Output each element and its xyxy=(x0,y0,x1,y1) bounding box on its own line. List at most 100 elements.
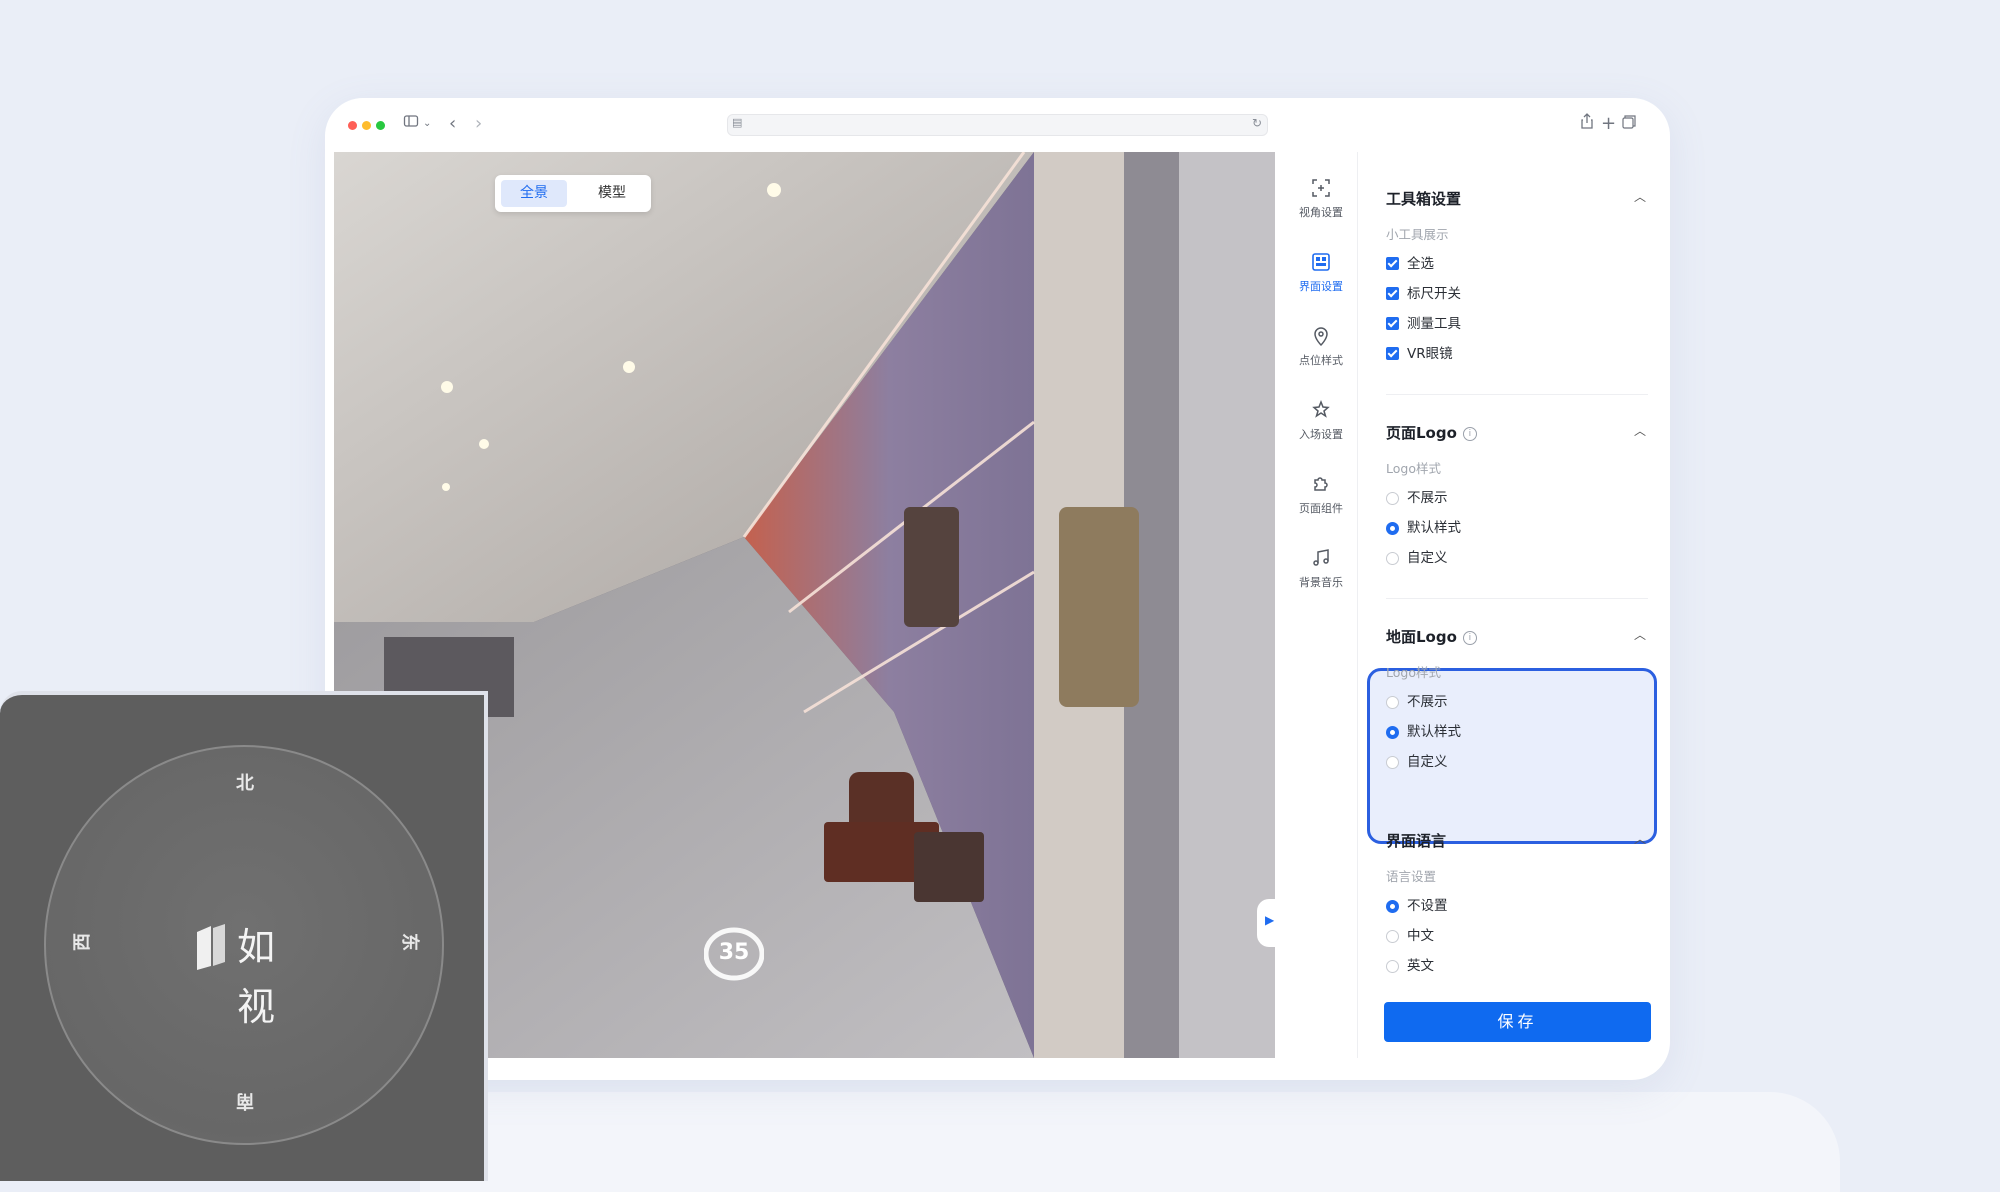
info-icon[interactable]: i xyxy=(1462,631,1477,645)
info-icon[interactable]: i xyxy=(1462,427,1477,441)
option-label: 全选 xyxy=(1407,256,1434,272)
nav-page-components[interactable]: 页面组件 xyxy=(1285,472,1357,532)
section-title: 工具箱设置 xyxy=(1386,190,1462,208)
hotspot-point-marker[interactable]: 35 xyxy=(704,927,764,981)
option-label: 英文 xyxy=(1407,958,1434,974)
checkbox-checked[interactable] xyxy=(1386,317,1399,330)
radio-default[interactable]: 默认样式 xyxy=(1386,518,1461,538)
nav-entry-settings[interactable]: 入场设置 xyxy=(1285,398,1357,458)
nav-label: 界面设置 xyxy=(1299,280,1343,293)
music-note-icon xyxy=(1313,549,1329,566)
view-angle-icon xyxy=(1312,179,1330,197)
section-title: 界面语言 xyxy=(1386,832,1447,850)
section-sublabel: 小工具展示 xyxy=(1386,227,1449,242)
nav-point-style[interactable]: 点位样式 xyxy=(1285,324,1357,384)
background-shelf xyxy=(420,1092,1840,1192)
nav-background-music[interactable]: 背景音乐 xyxy=(1285,546,1357,606)
brand-logo: 如视 xyxy=(191,917,311,1029)
radio-button[interactable] xyxy=(1386,960,1399,973)
checkbox-select-all[interactable]: 全选 xyxy=(1386,254,1434,274)
checkbox-vr[interactable]: VR眼镜 xyxy=(1386,344,1453,364)
reload-icon[interactable]: ↻ xyxy=(1252,116,1262,130)
share-icon[interactable] xyxy=(1580,112,1594,136)
chevron-up-icon[interactable]: ︿ xyxy=(1634,188,1646,205)
radio-hide[interactable]: 不展示 xyxy=(1386,488,1448,508)
radio-button[interactable] xyxy=(1386,696,1399,709)
play-triangle-icon: ▶ xyxy=(1265,913,1275,927)
compass-north: 北 xyxy=(236,773,254,794)
collapse-panel-tab[interactable]: ▶ xyxy=(1257,899,1281,947)
section-sublabel: 语言设置 xyxy=(1386,869,1437,884)
radio-button[interactable] xyxy=(1386,492,1399,505)
page-icon: ▤ xyxy=(732,116,743,129)
checkbox-checked[interactable] xyxy=(1386,347,1399,360)
chevron-up-icon[interactable]: ︿ xyxy=(1634,830,1646,847)
entry-star-icon xyxy=(1312,399,1330,418)
tab-overview-icon[interactable] xyxy=(1622,112,1636,136)
chevron-down-icon[interactable]: ⌄ xyxy=(423,112,431,136)
checkbox-ruler[interactable]: 标尺开关 xyxy=(1386,284,1461,304)
address-bar[interactable]: ▤ ↻ xyxy=(727,114,1268,136)
section-title: 页面Logo i xyxy=(1386,422,1477,443)
radio-button[interactable] xyxy=(1386,930,1399,943)
option-label: 中文 xyxy=(1407,928,1434,944)
section-sublabel: Logo样式 xyxy=(1386,461,1441,476)
option-label: 不设置 xyxy=(1407,898,1448,914)
browser-window: ⌄ ‹ › ▤ ↻ + 全景 模型 35 视角设置 界面设置 点位样式 入场设置… xyxy=(325,98,1670,1080)
divider xyxy=(1386,598,1648,599)
radio-custom[interactable]: 自定义 xyxy=(1386,752,1448,772)
tab-model[interactable]: 模型 xyxy=(579,180,645,207)
settings-icon-nav: 视角设置 界面设置 点位样式 入场设置 页面组件 背景音乐 xyxy=(1285,152,1358,1058)
compass-west: 西 xyxy=(72,933,93,951)
forward-icon[interactable]: › xyxy=(475,112,482,136)
radio-chinese[interactable]: 中文 xyxy=(1386,926,1434,946)
browser-toolbar: ⌄ ‹ › ▤ ↻ + xyxy=(325,98,1670,152)
option-label: 不展示 xyxy=(1407,490,1448,506)
minimize-dot[interactable] xyxy=(362,121,371,130)
radio-button-selected[interactable] xyxy=(1386,900,1399,913)
compass-east: 东 xyxy=(399,933,420,951)
checkbox-checked[interactable] xyxy=(1386,257,1399,270)
chevron-up-icon[interactable]: ︿ xyxy=(1634,626,1646,643)
section-title: 地面Logo i xyxy=(1386,626,1477,647)
radio-button[interactable] xyxy=(1386,756,1399,769)
sidebar-toggle-icon[interactable] xyxy=(403,112,419,136)
option-label: 标尺开关 xyxy=(1407,286,1461,302)
save-button[interactable]: 保存 xyxy=(1384,1002,1651,1042)
checkbox-measure[interactable]: 测量工具 xyxy=(1386,314,1461,334)
nav-label: 入场设置 xyxy=(1299,428,1343,441)
nav-view-angle[interactable]: 视角设置 xyxy=(1285,176,1357,236)
option-label: 默认样式 xyxy=(1407,724,1461,740)
settings-panel: 工具箱设置 ︿ 小工具展示 全选 标尺开关 测量工具 VR眼镜 页面Logo i … xyxy=(1358,152,1668,1058)
radio-hide[interactable]: 不展示 xyxy=(1386,692,1448,712)
divider xyxy=(1386,394,1648,395)
brand-name: 如视 xyxy=(237,925,277,1029)
nav-label: 点位样式 xyxy=(1299,354,1343,367)
option-label: 自定义 xyxy=(1407,550,1448,566)
new-tab-icon[interactable]: + xyxy=(1601,112,1616,136)
option-label: 自定义 xyxy=(1407,754,1448,770)
radio-button-selected[interactable] xyxy=(1386,522,1399,535)
checkbox-checked[interactable] xyxy=(1386,287,1399,300)
radio-custom[interactable]: 自定义 xyxy=(1386,548,1448,568)
radio-button-selected[interactable] xyxy=(1386,726,1399,739)
nav-ui-settings[interactable]: 界面设置 xyxy=(1285,250,1357,310)
close-dot[interactable] xyxy=(348,121,357,130)
nav-label: 页面组件 xyxy=(1299,502,1343,515)
chevron-up-icon[interactable]: ︿ xyxy=(1634,422,1646,439)
maximize-dot[interactable] xyxy=(376,121,385,130)
back-icon[interactable]: ‹ xyxy=(449,112,456,136)
ground-logo-zoom-preview: 北 南 东 西 如视 xyxy=(0,691,488,1181)
option-label: VR眼镜 xyxy=(1407,346,1453,362)
radio-button[interactable] xyxy=(1386,552,1399,565)
radio-english[interactable]: 英文 xyxy=(1386,956,1434,976)
option-label: 默认样式 xyxy=(1407,520,1461,536)
ui-settings-icon xyxy=(1312,253,1330,271)
radio-not-set[interactable]: 不设置 xyxy=(1386,896,1448,916)
tab-panorama[interactable]: 全景 xyxy=(501,180,567,207)
location-pin-icon xyxy=(1314,327,1328,347)
section-sublabel: Logo样式 xyxy=(1386,665,1441,680)
puzzle-icon xyxy=(1314,477,1328,491)
view-mode-toggle: 全景 模型 xyxy=(495,175,651,212)
radio-default[interactable]: 默认样式 xyxy=(1386,722,1461,742)
